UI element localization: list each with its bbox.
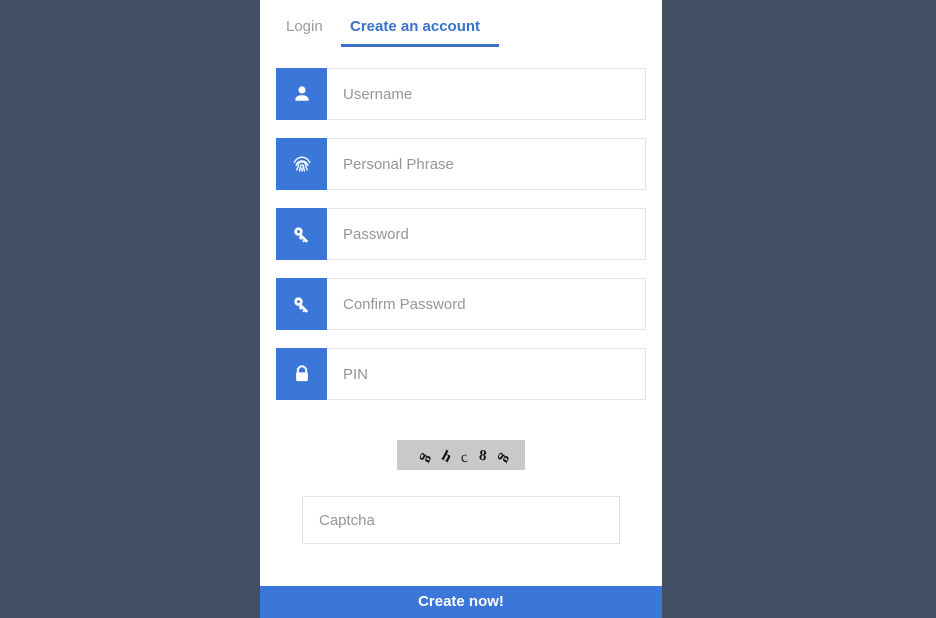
field-row-password	[276, 208, 646, 260]
field-row-username	[276, 68, 646, 120]
username-input[interactable]	[327, 68, 646, 120]
fingerprint-icon	[276, 138, 327, 190]
auth-card: Login Create an account Username Persona…	[260, 0, 662, 586]
password-input[interactable]	[327, 208, 646, 260]
tab-login[interactable]: Login	[286, 17, 323, 37]
confirm-password-input[interactable]	[327, 278, 646, 330]
captcha-char: h	[438, 447, 455, 467]
key-icon	[276, 208, 327, 260]
user-icon	[276, 68, 327, 120]
captcha-char: c	[459, 449, 470, 467]
personal-phrase-input[interactable]	[327, 138, 646, 190]
key-icon	[276, 278, 327, 330]
pin-input[interactable]	[327, 348, 646, 400]
lock-icon	[276, 348, 327, 400]
tab-create-an-account[interactable]: Create an account	[350, 17, 480, 37]
captcha-input[interactable]	[302, 496, 620, 544]
captcha-image[interactable]: g h c 8 g	[397, 440, 525, 470]
captcha-char: g	[496, 451, 515, 467]
signup-page: Login Create an account Username Persona…	[0, 0, 936, 618]
captcha-char: g	[418, 451, 437, 467]
captcha-char: 8	[478, 447, 488, 465]
auth-tabs: Login Create an account	[260, 0, 662, 48]
field-row-confirm-password	[276, 278, 646, 330]
active-tab-underline	[341, 44, 499, 47]
create-now-button[interactable]: Create now!	[260, 586, 662, 618]
field-row-pin	[276, 348, 646, 400]
captcha-glyph-group: g h c 8 g	[397, 440, 525, 470]
field-row-personal-phrase	[276, 138, 646, 190]
